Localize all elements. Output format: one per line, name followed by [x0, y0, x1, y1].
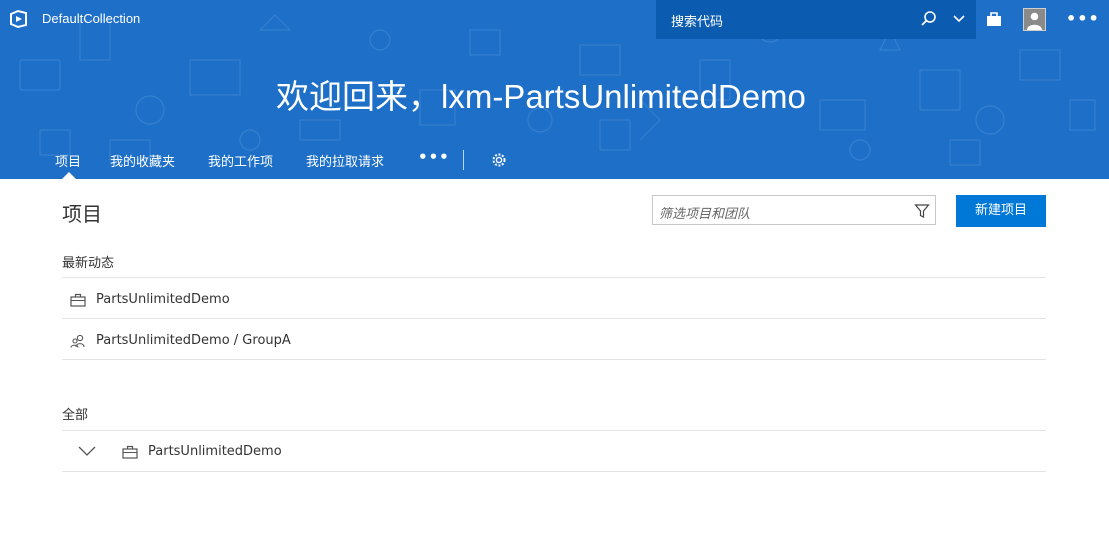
team-people-icon	[70, 334, 85, 348]
filter-placeholder: 筛选项目和团队	[659, 207, 751, 222]
top-bar: DefaultCollection 搜索代码 •••	[0, 0, 1109, 39]
search-placeholder: 搜索代码	[671, 15, 724, 30]
list-item-label[interactable]: PartsUnlimitedDemo	[148, 444, 282, 459]
filter-funnel-icon[interactable]	[914, 203, 930, 219]
nav-divider	[463, 150, 464, 170]
divider	[62, 359, 1046, 360]
header-banner: DefaultCollection 搜索代码 ••• 欢迎回来，lxm-Part…	[0, 0, 1109, 179]
divider	[62, 471, 1046, 472]
tab-work-items[interactable]: 我的工作项	[208, 151, 273, 170]
project-filter-input[interactable]: 筛选项目和团队	[652, 195, 936, 225]
list-item-label[interactable]: PartsUnlimitedDemo / GroupA	[96, 333, 291, 348]
welcome-heading: 欢迎回来，lxm-PartsUnlimitedDemo	[276, 78, 806, 115]
gear-icon[interactable]	[491, 152, 507, 168]
tab-projects[interactable]: 项目	[55, 151, 81, 170]
code-search-box[interactable]: 搜索代码	[656, 0, 976, 39]
divider	[62, 318, 1046, 319]
all-section-label: 全部	[62, 408, 89, 423]
tab-favorites[interactable]: 我的收藏夹	[110, 151, 175, 170]
list-item[interactable]: PartsUnlimitedDemo	[62, 279, 1046, 319]
nav-more-icon[interactable]: •••	[418, 148, 450, 166]
hub-nav: 项目 我的收藏夹 我的工作项 我的拉取请求 •••	[0, 144, 1109, 179]
list-item[interactable]: PartsUnlimitedDemo	[62, 431, 1046, 471]
divider	[62, 277, 1046, 278]
chevron-down-icon[interactable]	[78, 445, 96, 457]
active-tab-indicator	[62, 172, 76, 179]
list-item-label[interactable]: PartsUnlimitedDemo	[96, 292, 230, 307]
marketplace-bag-icon[interactable]	[985, 10, 1003, 28]
new-project-button[interactable]: 新建项目	[956, 195, 1046, 227]
recent-section-label: 最新动态	[62, 256, 115, 271]
user-avatar[interactable]	[1023, 8, 1046, 31]
user-silhouette-icon	[1027, 12, 1042, 30]
project-briefcase-icon	[122, 445, 138, 459]
collection-name[interactable]: DefaultCollection	[42, 11, 140, 26]
project-briefcase-icon	[70, 293, 86, 307]
azure-devops-logo-icon[interactable]	[8, 8, 30, 30]
tab-pull-requests[interactable]: 我的拉取请求	[306, 151, 384, 170]
list-item[interactable]: PartsUnlimitedDemo / GroupA	[62, 320, 1046, 360]
search-icon[interactable]	[920, 10, 938, 28]
more-options-icon[interactable]: •••	[1066, 9, 1100, 28]
chevron-down-icon[interactable]	[952, 12, 966, 26]
page-title: 项目	[62, 202, 102, 226]
